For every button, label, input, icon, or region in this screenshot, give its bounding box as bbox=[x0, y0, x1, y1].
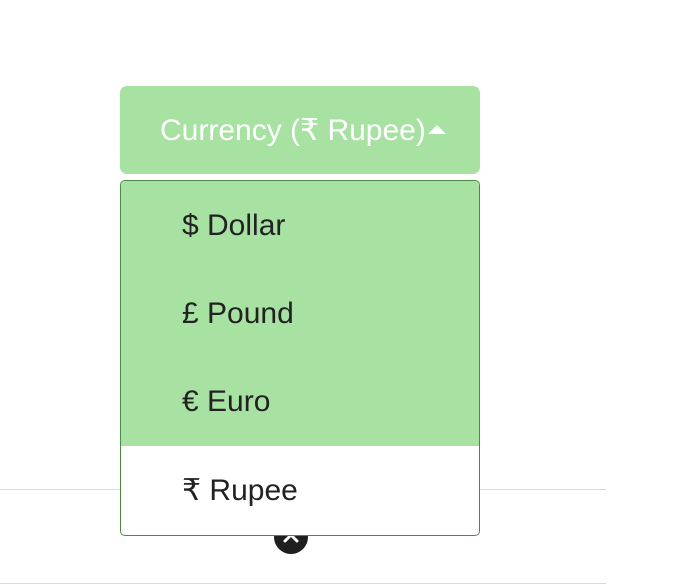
currency-dropdown-toggle[interactable]: Currency (₹ Rupee) bbox=[120, 86, 480, 174]
page: Currency (₹ Rupee) $ Dollar £ Pound € Eu… bbox=[0, 0, 676, 588]
dropdown-item-label: ₹ Rupee bbox=[182, 473, 298, 507]
dropdown-item-pound[interactable]: £ Pound bbox=[121, 270, 479, 358]
dropdown-item-rupee[interactable]: ₹ Rupee bbox=[121, 446, 479, 534]
currency-dropdown-menu: $ Dollar £ Pound € Euro ₹ Rupee bbox=[120, 180, 480, 536]
currency-toggle-label: Currency (₹ Rupee) bbox=[160, 113, 426, 147]
dropdown-item-label: £ Pound bbox=[182, 297, 294, 330]
dropdown-item-label: € Euro bbox=[182, 385, 271, 418]
divider bbox=[0, 583, 606, 584]
dropdown-item-dollar[interactable]: $ Dollar bbox=[121, 181, 479, 270]
dropdown-item-label: $ Dollar bbox=[182, 208, 286, 242]
dropdown-item-euro[interactable]: € Euro bbox=[121, 358, 479, 446]
caret-up-icon bbox=[427, 124, 446, 134]
